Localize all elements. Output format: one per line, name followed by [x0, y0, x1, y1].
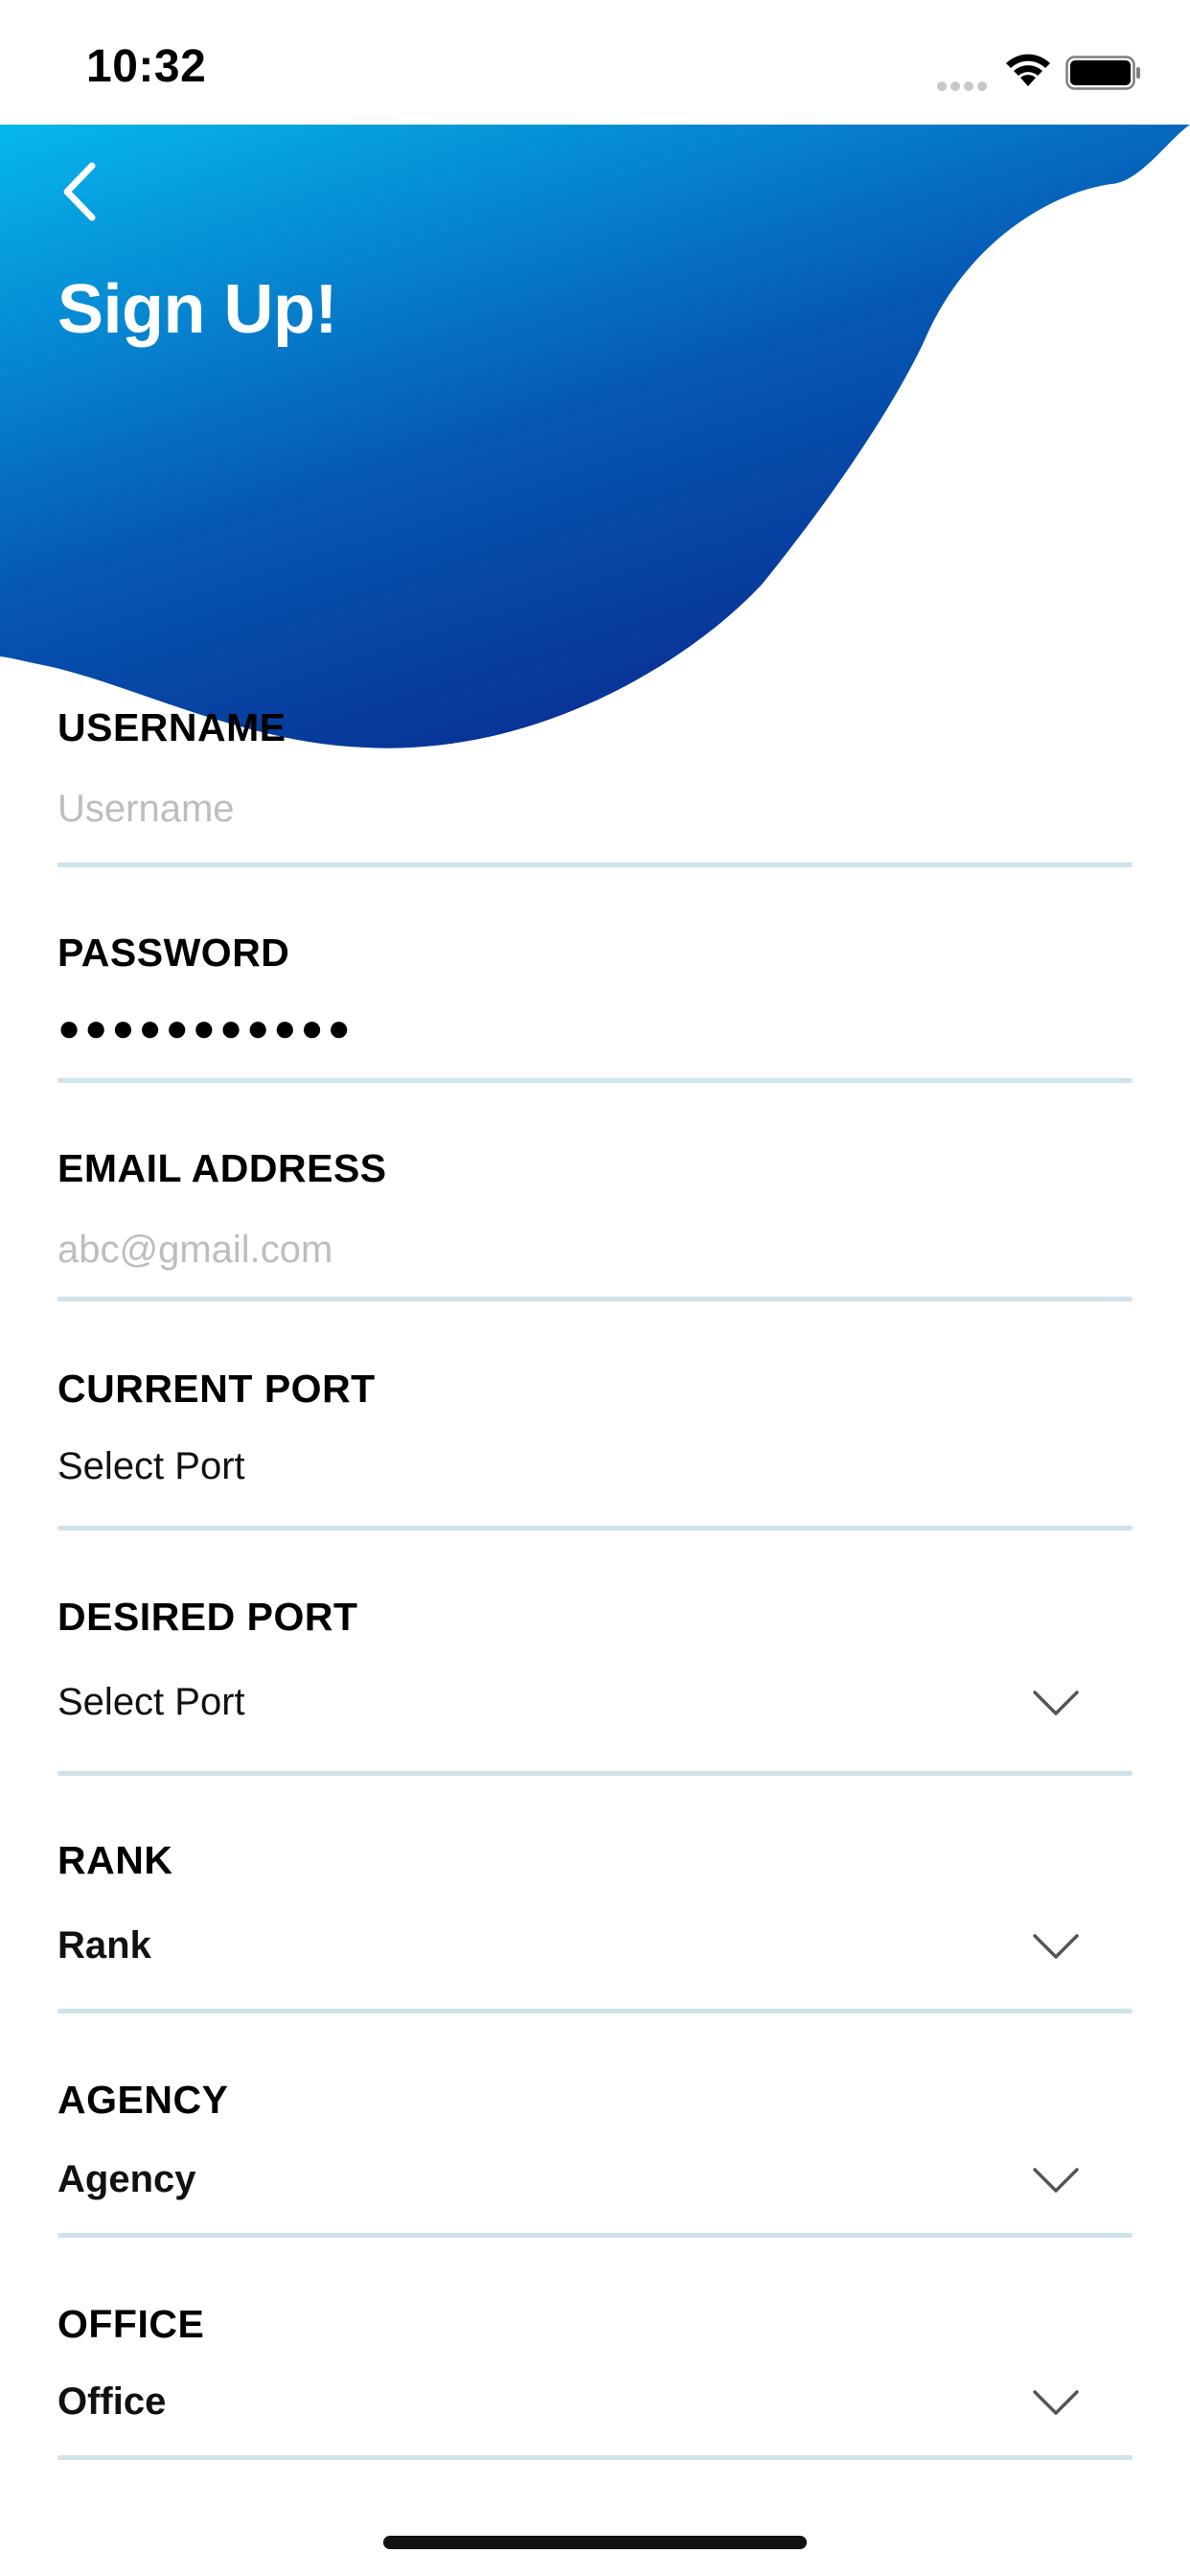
chevron-down-icon[interactable]	[1032, 1932, 1080, 1961]
status-bar: 10:32	[0, 0, 1190, 125]
email-input[interactable]: abc@gmail.com	[57, 1229, 332, 1272]
home-indicator[interactable]	[383, 2536, 807, 2549]
password-label: PASSWORD	[57, 931, 290, 975]
current-port-select[interactable]: Select Port	[57, 1445, 245, 1488]
back-button[interactable]	[54, 158, 111, 225]
rank-select[interactable]: Rank	[57, 1924, 151, 1967]
rank-label: RANK	[57, 1838, 173, 1882]
email-divider	[57, 1297, 1133, 1301]
username-divider	[57, 862, 1133, 867]
agency-select[interactable]: Agency	[57, 2158, 196, 2201]
rank-divider	[57, 2009, 1133, 2013]
username-field[interactable]: USERNAME Username	[57, 700, 1133, 872]
username-label: USERNAME	[57, 705, 286, 749]
current-port-field[interactable]: CURRENT PORT Select Port	[57, 1361, 1133, 1533]
desired-port-select[interactable]: Select Port	[57, 1681, 245, 1724]
username-input[interactable]: Username	[57, 788, 235, 831]
agency-divider	[57, 2233, 1133, 2238]
password-divider	[57, 1078, 1133, 1083]
password-field[interactable]: PASSWORD ●●●●●●●●●●●	[57, 925, 1133, 1092]
desired-port-divider	[57, 1771, 1133, 1776]
agency-field[interactable]: AGENCY Agency	[57, 2072, 1133, 2254]
chevron-down-icon[interactable]	[1032, 2388, 1080, 2417]
status-time: 10:32	[86, 41, 207, 92]
rank-field[interactable]: RANK Rank	[57, 1832, 1133, 2014]
office-field[interactable]: OFFICE Office	[57, 2296, 1133, 2478]
desired-port-label: DESIRED PORT	[57, 1595, 358, 1639]
current-port-divider	[57, 1526, 1133, 1530]
current-port-label: CURRENT PORT	[57, 1367, 376, 1411]
email-label: EMAIL ADDRESS	[57, 1146, 387, 1190]
cellular-signal-icon	[937, 79, 991, 92]
wifi-icon	[1006, 54, 1050, 86]
page-title: Sign Up!	[57, 271, 337, 348]
email-field[interactable]: EMAIL ADDRESS abc@gmail.com	[57, 1140, 1133, 1313]
chevron-down-icon[interactable]	[1032, 2166, 1080, 2195]
desired-port-field[interactable]: DESIRED PORT Select Port	[57, 1589, 1133, 1781]
office-divider	[57, 2455, 1133, 2460]
battery-icon	[1065, 56, 1140, 90]
chevron-down-icon[interactable]	[1032, 1689, 1080, 1717]
office-select[interactable]: Office	[57, 2380, 166, 2424]
header-wave	[0, 125, 1190, 748]
agency-label: AGENCY	[57, 2078, 229, 2122]
office-label: OFFICE	[57, 2302, 205, 2346]
password-input[interactable]: ●●●●●●●●●●●	[57, 1007, 355, 1050]
